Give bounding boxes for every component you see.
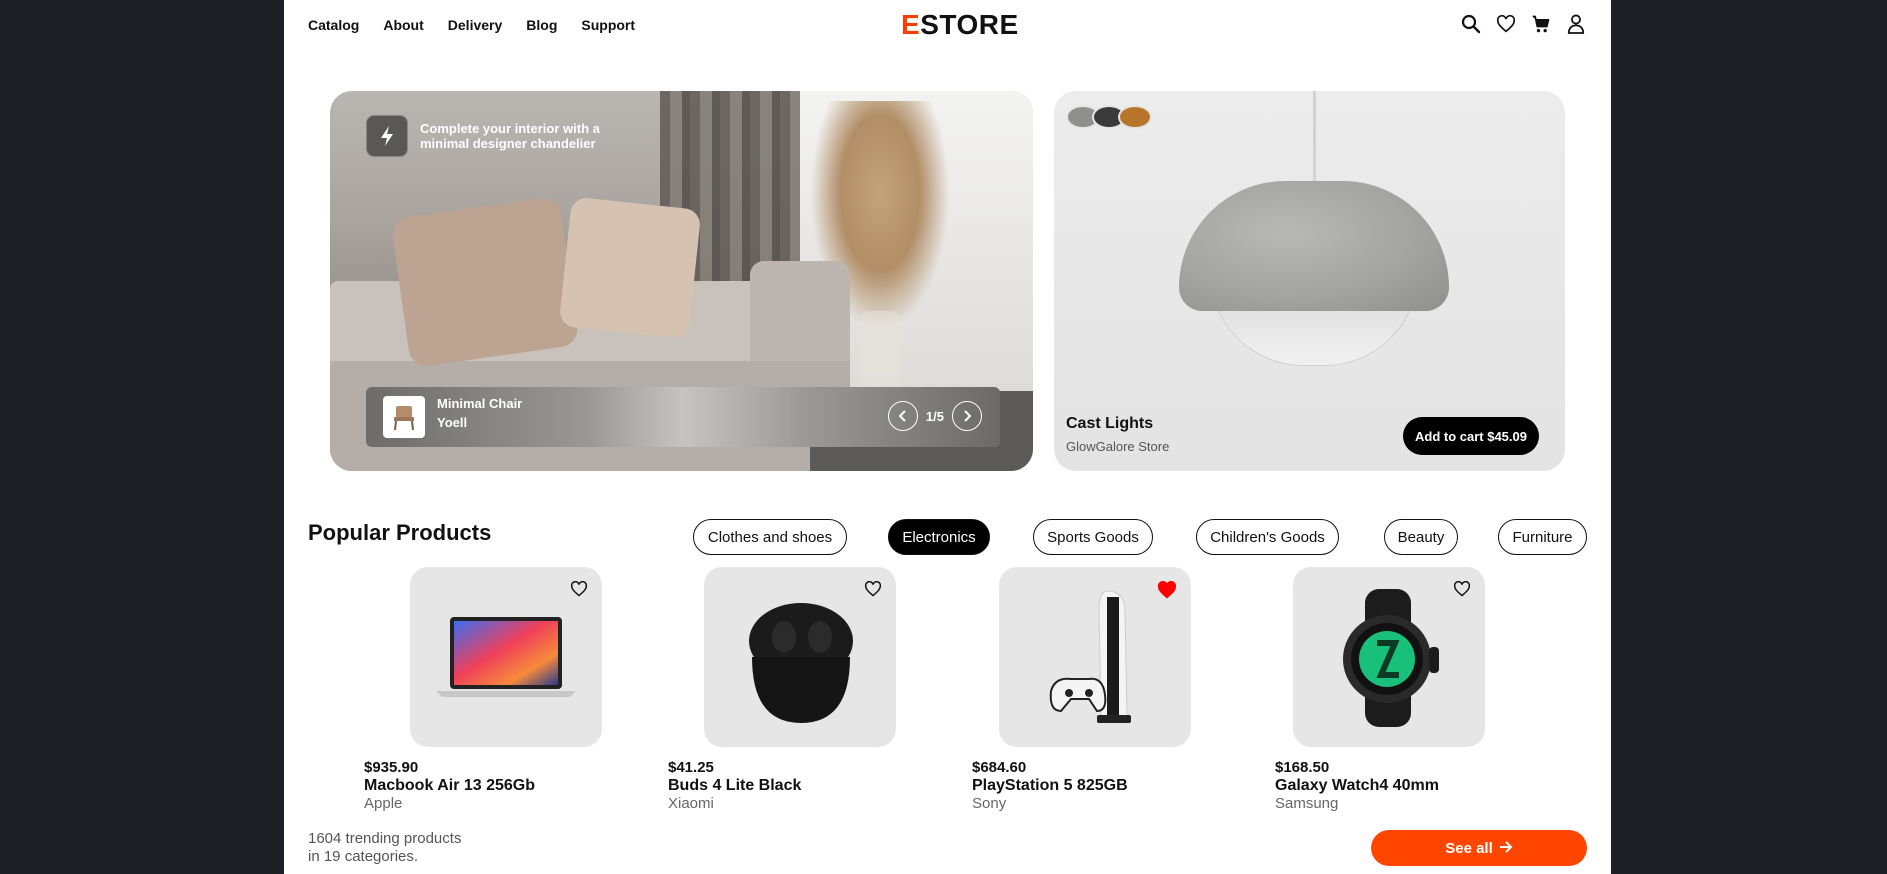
summary-line: in 19 categories. bbox=[308, 848, 419, 865]
product-info: $684.60 PlayStation 5 825GB Sony bbox=[972, 759, 1128, 813]
category-sports[interactable]: Sports Goods bbox=[1033, 519, 1153, 555]
hero-product-card[interactable]: Minimal Chair Yoell 1/5 bbox=[366, 387, 1000, 447]
product-price: $684.60 bbox=[972, 759, 1027, 776]
nav-blog[interactable]: Blog bbox=[526, 17, 557, 33]
user-icon[interactable] bbox=[1565, 13, 1587, 35]
next-slide-button[interactable] bbox=[952, 401, 982, 431]
slide-controls: 1/5 bbox=[887, 401, 982, 431]
trending-summary: 1604 trending products in 19 categories. bbox=[308, 830, 508, 866]
product-name[interactable]: Buds 4 Lite Black bbox=[668, 777, 801, 795]
category-furniture[interactable]: Furniture bbox=[1498, 519, 1587, 555]
product-brand: Samsung bbox=[1275, 795, 1339, 812]
lamp-shade-image bbox=[1179, 181, 1449, 311]
search-icon[interactable] bbox=[1460, 13, 1482, 35]
featured-product-card[interactable]: Cast Lights GlowGalore Store Add to cart… bbox=[1054, 91, 1565, 471]
hero-pillow bbox=[390, 195, 580, 369]
favorite-heart-icon[interactable] bbox=[1453, 580, 1471, 602]
product-price: $935.90 bbox=[364, 759, 419, 776]
product-card-macbook[interactable] bbox=[410, 567, 602, 747]
product-info: $168.50 Galaxy Watch4 40mm Samsung bbox=[1275, 759, 1439, 813]
lamp-cord bbox=[1313, 91, 1316, 181]
cart-icon[interactable] bbox=[1530, 13, 1552, 35]
product-price: $168.50 bbox=[1275, 759, 1330, 776]
color-swatches bbox=[1066, 105, 1152, 129]
slide-indicator: 1/5 bbox=[925, 408, 944, 424]
nav-delivery[interactable]: Delivery bbox=[448, 17, 502, 33]
product-info: $935.90 Macbook Air 13 256Gb Apple bbox=[364, 759, 535, 813]
featured-store: GlowGalore Store bbox=[1066, 439, 1170, 454]
favorite-heart-icon[interactable] bbox=[570, 580, 588, 602]
product-brand: Apple bbox=[364, 795, 403, 812]
chair-thumbnail bbox=[383, 396, 425, 438]
promo-text: Complete your interior with a minimal de… bbox=[420, 121, 600, 151]
hero-product-brand: Yoell bbox=[437, 415, 468, 430]
category-electronics[interactable]: Electronics bbox=[888, 519, 990, 555]
header-icons bbox=[1460, 13, 1587, 35]
product-card-playstation[interactable] bbox=[999, 567, 1191, 747]
summary-line: 1604 trending products bbox=[308, 830, 462, 847]
logo-accent: E bbox=[901, 9, 921, 40]
featured-title: Cast Lights bbox=[1066, 415, 1154, 432]
product-name[interactable]: Macbook Air 13 256Gb bbox=[364, 777, 535, 795]
color-swatch-bronze[interactable] bbox=[1118, 105, 1152, 129]
category-clothes[interactable]: Clothes and shoes bbox=[693, 519, 847, 555]
product-name[interactable]: PlayStation 5 825GB bbox=[972, 777, 1128, 795]
favorite-heart-icon[interactable] bbox=[1157, 580, 1177, 604]
main-nav: Catalog About Delivery Blog Support bbox=[308, 17, 635, 33]
nav-about[interactable]: About bbox=[383, 17, 423, 33]
add-to-cart-button[interactable]: Add to cart $45.09 bbox=[1403, 417, 1539, 455]
logo[interactable]: ESTORE bbox=[901, 9, 1019, 41]
product-card-buds[interactable] bbox=[704, 567, 896, 747]
product-brand: Xiaomi bbox=[668, 795, 714, 812]
section-title: Popular Products bbox=[308, 520, 492, 545]
arrow-right-icon bbox=[1499, 840, 1513, 857]
product-name[interactable]: Galaxy Watch4 40mm bbox=[1275, 777, 1439, 795]
product-info: $41.25 Buds 4 Lite Black Xiaomi bbox=[668, 759, 801, 813]
store-page: Catalog About Delivery Blog Support ESTO… bbox=[284, 0, 1611, 874]
prev-slide-button[interactable] bbox=[887, 401, 918, 431]
hero-product-name: Minimal Chair bbox=[437, 396, 523, 411]
product-card-galaxy-watch[interactable] bbox=[1293, 567, 1485, 747]
nav-support[interactable]: Support bbox=[581, 17, 635, 33]
nav-catalog[interactable]: Catalog bbox=[308, 17, 359, 33]
logo-text: STORE bbox=[920, 9, 1019, 40]
favorite-heart-icon[interactable] bbox=[864, 580, 882, 602]
see-all-label: See all bbox=[1445, 839, 1493, 857]
promo-callout: Complete your interior with a minimal de… bbox=[366, 115, 620, 157]
hero-pillow bbox=[558, 196, 702, 340]
heart-icon[interactable] bbox=[1495, 13, 1517, 35]
hero-banner[interactable]: Complete your interior with a minimal de… bbox=[330, 91, 1033, 471]
category-childrens[interactable]: Children's Goods bbox=[1196, 519, 1339, 555]
category-beauty[interactable]: Beauty bbox=[1384, 519, 1458, 555]
see-all-button[interactable]: See all bbox=[1371, 830, 1587, 866]
lightning-icon bbox=[366, 115, 408, 157]
product-price: $41.25 bbox=[668, 759, 714, 776]
product-brand: Sony bbox=[972, 795, 1007, 812]
